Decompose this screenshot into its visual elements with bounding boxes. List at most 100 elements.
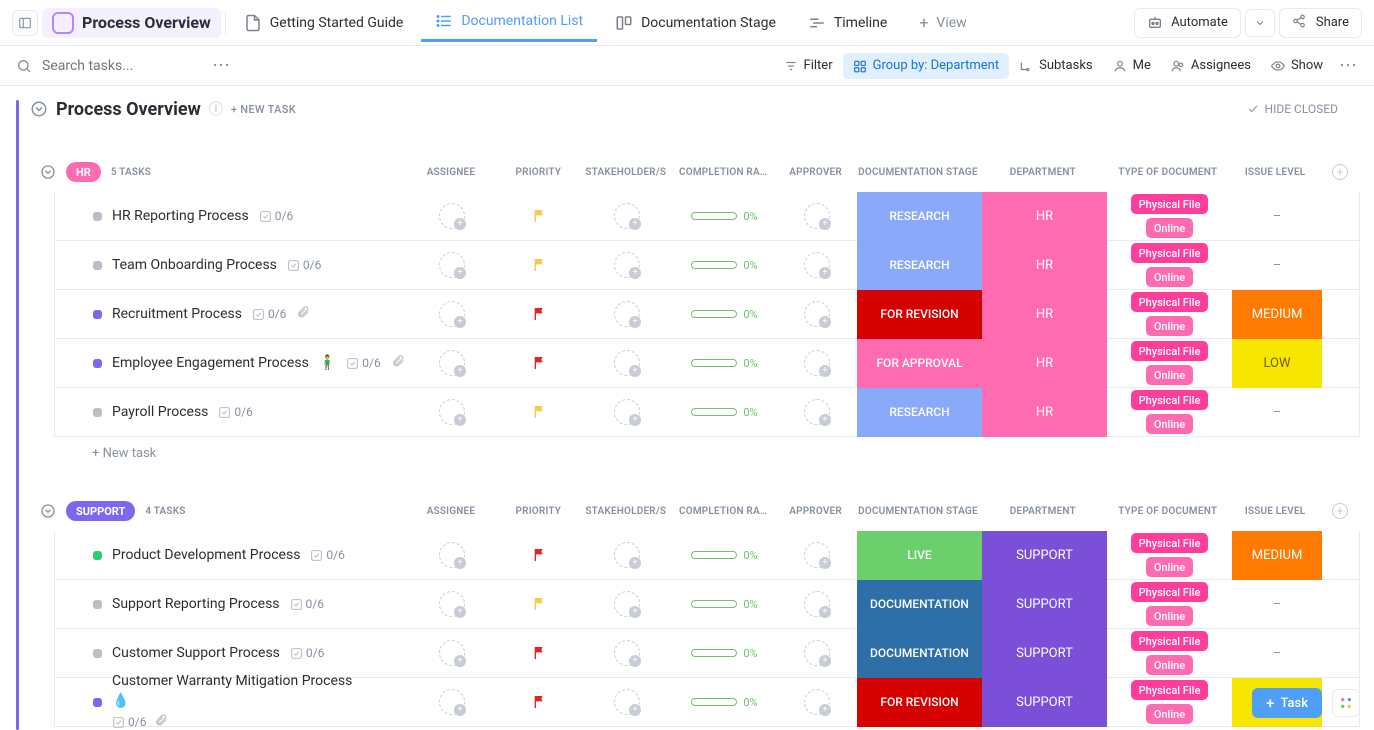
approver-placeholder[interactable] (804, 399, 830, 425)
doctype-cell[interactable]: Physical File Online (1131, 631, 1209, 675)
col-assignee[interactable]: ASSIGNEE (406, 506, 496, 517)
stakeholder-placeholder[interactable] (614, 542, 640, 568)
task-name[interactable]: Product Development Process (112, 547, 300, 563)
task-status-square[interactable] (93, 212, 102, 221)
department-cell[interactable]: SUPPORT (982, 629, 1107, 678)
info-icon[interactable]: ⓘ (209, 99, 223, 119)
stage-cell[interactable]: LIVE (857, 531, 982, 580)
assignees-button[interactable]: Assignees (1161, 53, 1261, 79)
assignee-placeholder[interactable] (439, 399, 465, 425)
assignee-placeholder[interactable] (439, 689, 465, 715)
col-completion[interactable]: COMPLETION RA… (671, 506, 776, 517)
list-title-tab[interactable]: Process Overview (42, 8, 221, 38)
col-completion[interactable]: COMPLETION RA… (671, 167, 776, 178)
approver-placeholder[interactable] (804, 640, 830, 666)
assignee-placeholder[interactable] (439, 301, 465, 327)
collapse-group-icon[interactable] (40, 164, 56, 180)
me-button[interactable]: Me (1103, 53, 1161, 79)
task-status-square[interactable] (93, 600, 102, 609)
col-approver[interactable]: APPROVER (776, 506, 856, 517)
approver-placeholder[interactable] (804, 542, 830, 568)
stage-cell[interactable]: DOCUMENTATION (857, 629, 982, 678)
assignee-placeholder[interactable] (439, 542, 465, 568)
col-stage[interactable]: DOCUMENTATION STAGE (856, 506, 981, 517)
subtasks-button[interactable]: Subtasks (1009, 53, 1103, 79)
task-row[interactable]: Support Reporting Process0/6 0% DOCUMENT… (54, 580, 1360, 629)
subtask-count[interactable]: 0/6 (218, 405, 252, 419)
search-more-icon[interactable]: ⋯ (212, 55, 231, 76)
stage-cell[interactable]: RESEARCH (857, 388, 982, 437)
attachment-icon[interactable] (296, 305, 310, 323)
stakeholder-placeholder[interactable] (614, 399, 640, 425)
col-stakeholders[interactable]: STAKEHOLDER/S (581, 167, 671, 178)
attachment-icon[interactable] (391, 354, 405, 372)
task-name[interactable]: Customer Support Process (112, 645, 280, 661)
add-column-button[interactable]: + (1332, 164, 1348, 180)
doctype-cell[interactable]: Physical File Online (1131, 680, 1209, 724)
priority-cell[interactable] (497, 257, 582, 273)
task-name[interactable]: Customer Warranty Mitigation Process (112, 673, 352, 689)
show-button[interactable]: Show (1261, 53, 1333, 79)
task-row[interactable]: Customer Warranty Mitigation Process💧0/6… (54, 678, 1360, 727)
hide-closed-button[interactable]: HIDE CLOSED (1247, 102, 1360, 116)
subtask-count[interactable]: 0/6 (290, 597, 324, 611)
department-cell[interactable]: HR (982, 192, 1107, 241)
col-department[interactable]: DEPARTMENT (980, 506, 1105, 517)
col-approver[interactable]: APPROVER (776, 167, 856, 178)
col-assignee[interactable]: ASSIGNEE (406, 167, 496, 178)
task-row[interactable]: HR Reporting Process0/6 0% RESEARCH HR P… (54, 192, 1360, 241)
department-cell[interactable]: HR (982, 339, 1107, 388)
search-input[interactable] (16, 58, 182, 74)
doctype-cell[interactable]: Physical File Online (1131, 292, 1209, 336)
subtask-count[interactable]: 0/6 (112, 715, 146, 729)
search-field[interactable] (42, 58, 182, 74)
task-row[interactable]: Customer Support Process0/6 0% DOCUMENTA… (54, 629, 1360, 678)
stakeholder-placeholder[interactable] (614, 689, 640, 715)
department-cell[interactable]: SUPPORT (982, 678, 1107, 727)
col-issue[interactable]: ISSUE LEVEL (1230, 506, 1320, 517)
priority-cell[interactable] (497, 306, 582, 322)
tab-getting-started[interactable]: Getting Started Guide (230, 4, 418, 42)
collapse-group-icon[interactable] (40, 503, 56, 519)
task-row[interactable]: Team Onboarding Process0/6 0% RESEARCH H… (54, 241, 1360, 290)
task-row[interactable]: Product Development Process0/6 0% LIVE S… (54, 531, 1360, 580)
stage-cell[interactable]: FOR REVISION (857, 678, 982, 727)
stage-cell[interactable]: FOR APPROVAL (857, 339, 982, 388)
col-stakeholders[interactable]: STAKEHOLDER/S (581, 506, 671, 517)
attachment-icon[interactable] (154, 713, 168, 730)
doctype-cell[interactable]: Physical File Online (1131, 243, 1209, 287)
tab-documentation-list[interactable]: Documentation List (421, 4, 597, 42)
group-badge[interactable]: SUPPORT (66, 501, 135, 521)
new-task-header-button[interactable]: + NEW TASK (231, 103, 296, 116)
sidebar-toggle-icon[interactable] (12, 10, 38, 36)
list-scroll-area[interactable]: Process Overview ⓘ + NEW TASK HIDE CLOSE… (0, 86, 1374, 730)
stakeholder-placeholder[interactable] (614, 301, 640, 327)
subtask-count[interactable]: 0/6 (346, 356, 380, 370)
subtask-count[interactable]: 0/6 (252, 307, 286, 321)
priority-cell[interactable] (497, 596, 582, 612)
department-cell[interactable]: SUPPORT (982, 531, 1107, 580)
add-view-button[interactable]: + View (905, 4, 980, 42)
approver-placeholder[interactable] (804, 252, 830, 278)
task-row[interactable]: Employee Engagement Process🧍‍♂️0/6 0% FO… (54, 339, 1360, 388)
tab-timeline[interactable]: Timeline (794, 4, 901, 42)
col-priority[interactable]: PRIORITY (496, 167, 581, 178)
stakeholder-placeholder[interactable] (614, 640, 640, 666)
task-name[interactable]: Support Reporting Process (112, 596, 280, 612)
subtask-count[interactable]: 0/6 (259, 209, 293, 223)
priority-cell[interactable] (497, 208, 582, 224)
stakeholder-placeholder[interactable] (614, 203, 640, 229)
department-cell[interactable]: HR (982, 388, 1107, 437)
collapse-list-icon[interactable] (30, 100, 48, 118)
task-row[interactable]: Recruitment Process0/6 0% FOR REVISION H… (54, 290, 1360, 339)
task-status-square[interactable] (93, 261, 102, 270)
approver-placeholder[interactable] (804, 301, 830, 327)
task-status-square[interactable] (93, 551, 102, 560)
task-name[interactable]: Employee Engagement Process (112, 355, 309, 371)
stage-cell[interactable]: RESEARCH (857, 241, 982, 290)
stakeholder-placeholder[interactable] (614, 350, 640, 376)
filter-button[interactable]: Filter (774, 53, 843, 79)
toolbar-more-icon[interactable]: ⋯ (1339, 55, 1358, 76)
doctype-cell[interactable]: Physical File Online (1131, 582, 1209, 626)
task-status-square[interactable] (93, 408, 102, 417)
